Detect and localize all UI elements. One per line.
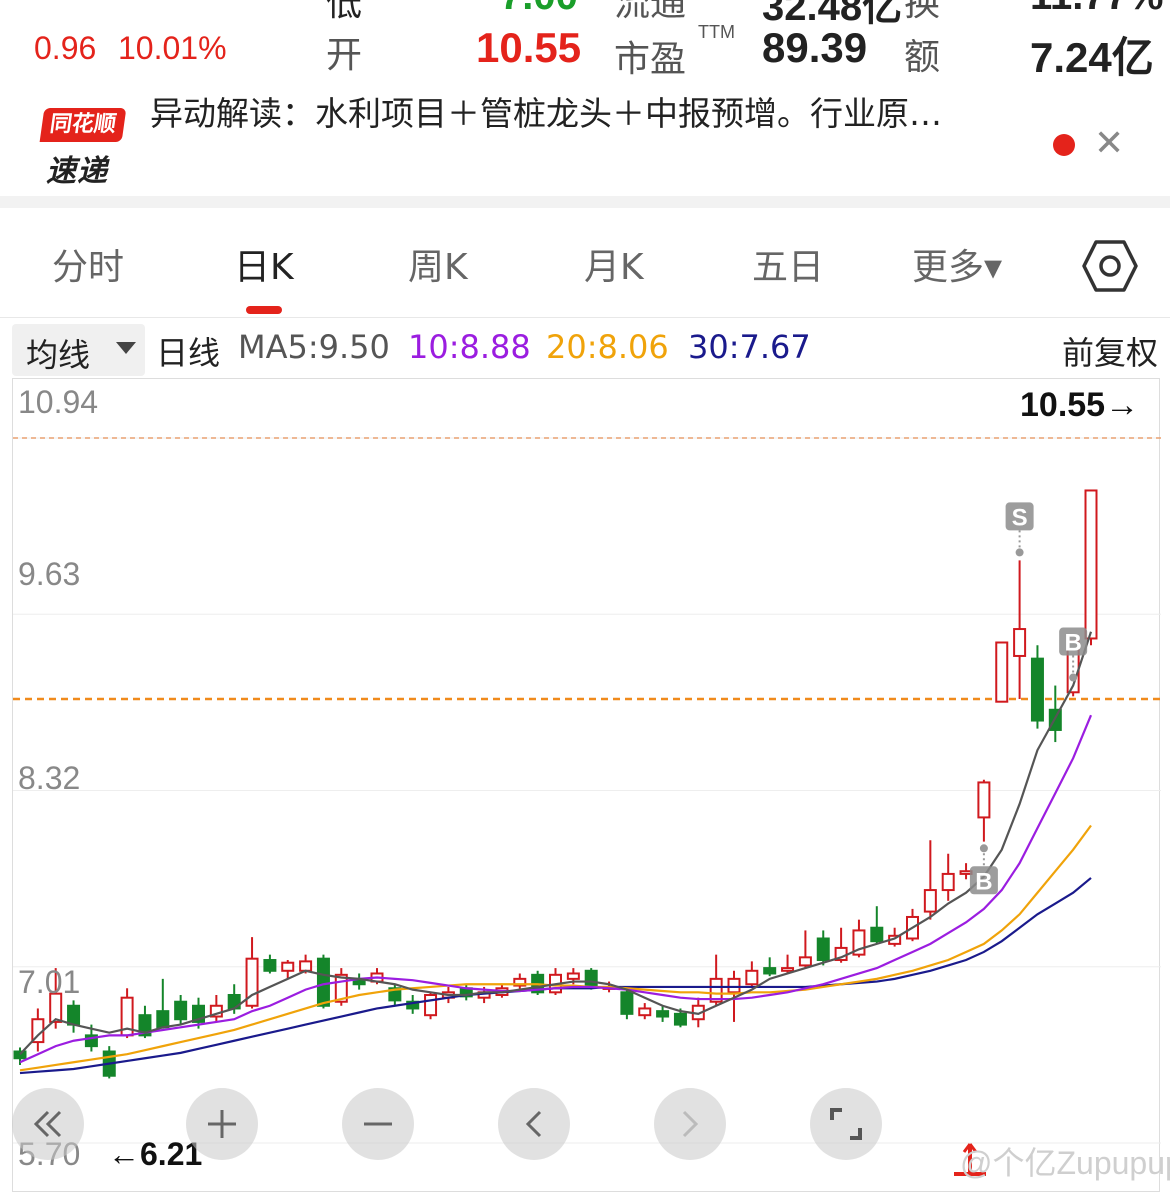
amount-value: 7.24亿 [1030, 34, 1154, 81]
candle-down [13, 1050, 27, 1060]
ma-type-dropdown[interactable]: 均线 [12, 324, 145, 376]
tab-five-day[interactable]: 五日 [752, 238, 824, 290]
candle-down [263, 959, 277, 972]
ma10-value: 10:8.88 [408, 328, 531, 366]
y-tick-label: 8.32 [18, 760, 81, 796]
amount-label: 额 [904, 36, 941, 77]
candle-down [763, 967, 777, 975]
turnover-label: 换 [904, 0, 941, 23]
ma30-value: 30:7.67 [688, 328, 811, 366]
marker-dot [1015, 548, 1024, 557]
y-tick-label: 7.01 [18, 964, 81, 1000]
scroll-left-button[interactable] [498, 1088, 570, 1160]
minus-icon [364, 1122, 392, 1126]
candle-down [620, 991, 634, 1015]
y-tick-label: 10.94 [18, 384, 99, 420]
ma-type-label: 均线 [26, 336, 91, 374]
kline-chart[interactable]: S B B [12, 378, 1161, 1192]
close-icon[interactable]: ✕ [1094, 124, 1124, 164]
min-price-marker: ←6.21 [108, 1136, 203, 1172]
trade-marker-label: B [975, 868, 992, 895]
candle-down [174, 1000, 188, 1021]
candle-up [781, 967, 795, 972]
candle-up [281, 961, 295, 972]
candle-up [941, 872, 955, 892]
kline-chart-canvas[interactable]: S B B [13, 379, 1161, 1192]
candle-down [870, 926, 884, 943]
candle-down [656, 1010, 670, 1018]
tab-daily-k[interactable]: 日K [234, 238, 294, 290]
candle-down [316, 957, 330, 1007]
chevron-left-icon [525, 1110, 542, 1138]
double-chevron-left-icon [33, 1110, 62, 1138]
tab-more[interactable]: 更多▾ [912, 238, 1002, 290]
quote-header: 低 7.00 流通 32.48亿 换 11.77% 0.96 10.01% 开 … [0, 0, 1170, 96]
logo-bottom-text: 速递 [46, 154, 108, 189]
candle-up [1084, 489, 1098, 640]
candle-up [1013, 628, 1027, 657]
price-change: 0.96 [34, 30, 97, 66]
max-price-marker: 10.55→ [1020, 386, 1140, 424]
settings-icon[interactable] [1082, 238, 1138, 294]
pe-ttm-sup: TTM [698, 22, 735, 42]
candle-down [67, 1004, 81, 1026]
divider [0, 196, 1170, 208]
candle-up [923, 889, 937, 913]
low-value: 7.00 [500, 0, 578, 19]
fullscreen-icon [830, 1108, 862, 1140]
fullscreen-button[interactable] [810, 1088, 882, 1160]
unread-dot-icon [1053, 134, 1075, 156]
chevron-down-icon [116, 342, 136, 354]
plus-icon [208, 1110, 236, 1138]
chevron-right-icon [682, 1110, 699, 1138]
zoom-out-button[interactable] [342, 1088, 414, 1160]
zoom-in-button[interactable] [186, 1088, 258, 1160]
low-label: 低 [326, 0, 363, 23]
indicator-row: 均线 日线 MA5:9.50 10:8.88 20:8.06 30:7.67 前… [0, 318, 1170, 378]
scroll-left-fast-button[interactable] [12, 1088, 84, 1160]
tab-monthly-k[interactable]: 月K [584, 238, 644, 290]
logo-top-text: 同花顺 [39, 108, 127, 142]
pe-value: 89.39 [762, 24, 868, 71]
candle-down [584, 969, 598, 987]
candle-up [424, 994, 438, 1017]
adjust-mode-button[interactable]: 前复权 [1062, 328, 1158, 374]
active-tab-indicator [246, 306, 282, 314]
marker-dot [1069, 673, 1078, 682]
y-tick-label: 9.63 [18, 556, 81, 592]
trade-marker-label: S [1012, 504, 1028, 531]
turnover-value: 11.77% [1030, 0, 1163, 19]
candle-down [1030, 657, 1044, 722]
tab-weekly-k[interactable]: 周K [408, 238, 468, 290]
ma5-value: MA5:9.50 [238, 328, 390, 366]
candle-up [745, 969, 759, 986]
period-tabs: 分时 日K 周K 月K 五日 更多▾ [0, 208, 1170, 318]
tab-intraday[interactable]: 分时 [52, 238, 124, 290]
tonghuashun-logo: 同花顺 速递 [39, 108, 127, 189]
float-label: 流通 [614, 0, 687, 23]
open-value: 10.55 [476, 24, 582, 71]
news-text[interactable]: 异动解读：水利项目＋管桩龙头＋中报预增。行业原… [150, 92, 942, 136]
ma20-value: 20:8.06 [546, 328, 669, 366]
trade-marker-label: B [1064, 630, 1081, 657]
candle-up [638, 1007, 652, 1017]
candle-down [816, 937, 830, 962]
candle-up [727, 977, 741, 994]
candle-up [959, 870, 973, 875]
candle-up [977, 781, 991, 819]
candle-up [995, 641, 1009, 703]
marker-dot [979, 844, 988, 853]
candle-down [673, 1012, 687, 1026]
period-label: 日线 [156, 334, 221, 372]
candle-up [566, 972, 580, 980]
pe-label: 市盈 [614, 38, 687, 79]
price-change-pct: 10.01% [118, 30, 227, 66]
candle-down [156, 1010, 170, 1029]
candle-up [299, 960, 313, 972]
open-label: 开 [326, 34, 363, 75]
candle-up [798, 956, 812, 967]
watermark: @个亿Zupupup [960, 1145, 1170, 1181]
scroll-right-button[interactable] [654, 1088, 726, 1160]
